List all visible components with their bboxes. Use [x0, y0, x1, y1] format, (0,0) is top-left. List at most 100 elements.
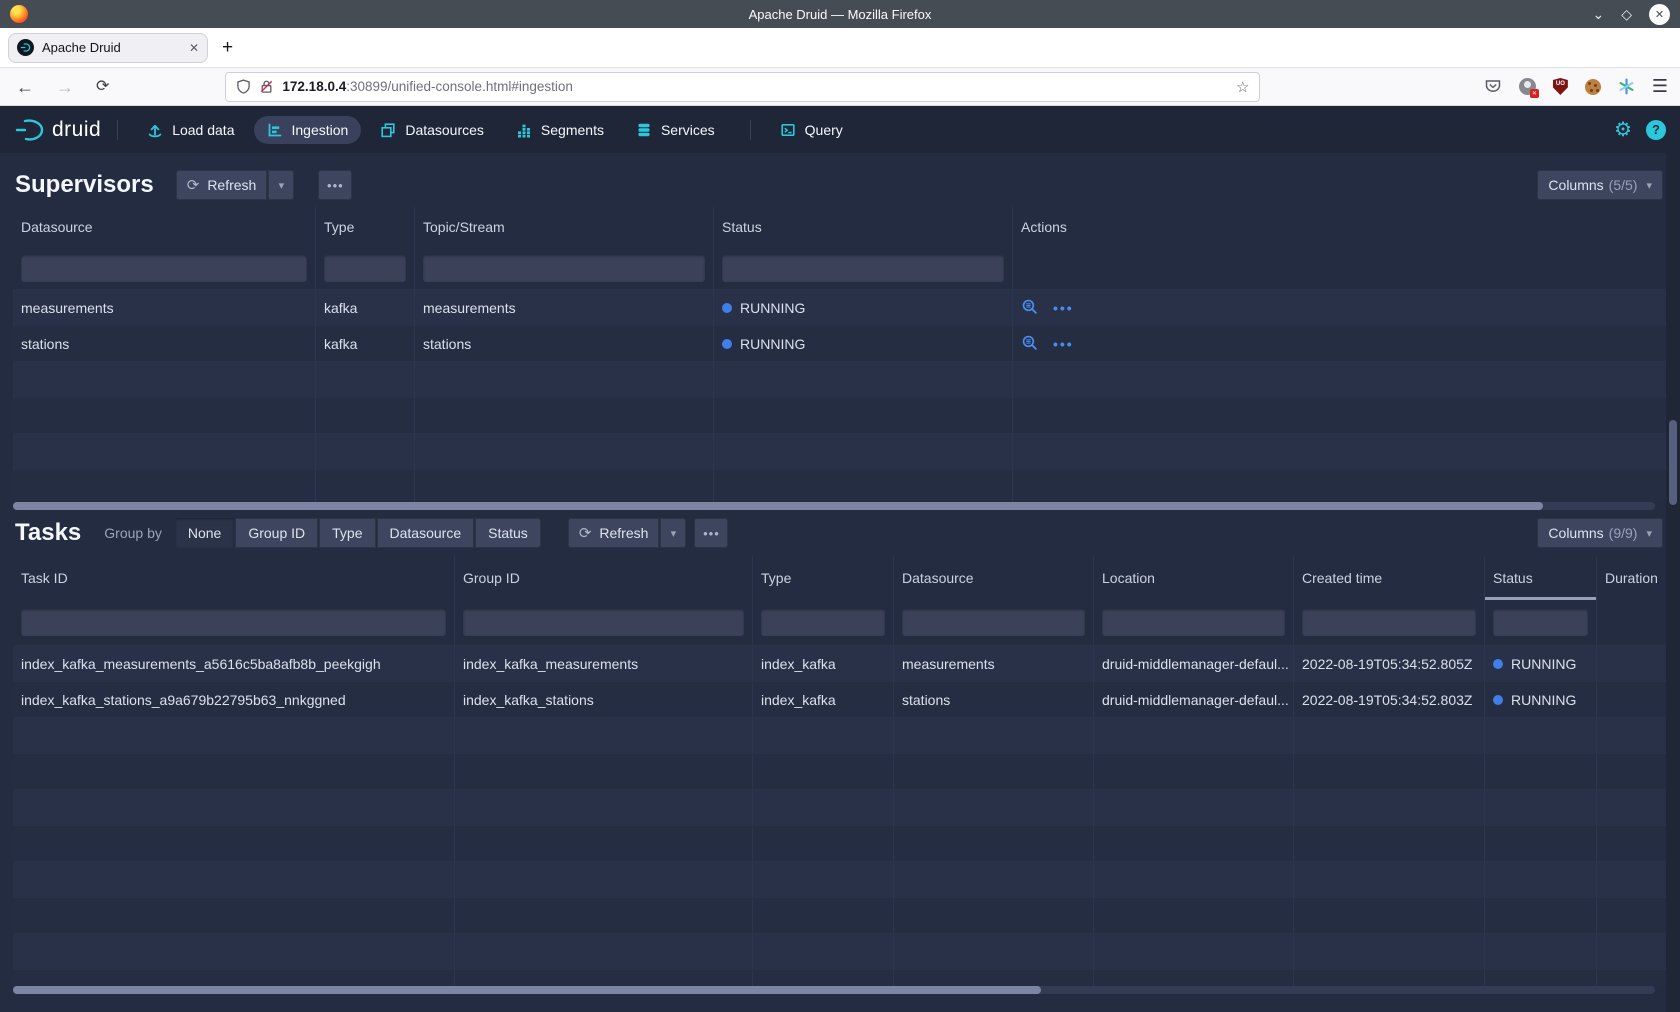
group-by-group-id-button[interactable]: Group ID — [235, 518, 318, 548]
column-header-datasource[interactable]: Datasource — [894, 556, 1094, 600]
refresh-icon: ⟳ — [579, 524, 592, 542]
filter-cell — [1294, 600, 1485, 646]
filter-input-location[interactable] — [1102, 609, 1285, 636]
column-header-datasource[interactable]: Datasource — [13, 207, 316, 247]
cell-type: kafka — [316, 326, 415, 362]
status-label: RUNNING — [740, 336, 805, 352]
nav-item-label: Load data — [172, 122, 234, 138]
forward-button[interactable]: → — [56, 78, 74, 96]
segments-icon — [516, 122, 532, 138]
cell-topic-stream — [415, 398, 714, 434]
cell-topic-stream — [415, 470, 714, 502]
filter-input-topic-stream[interactable] — [423, 255, 705, 282]
column-header-task-id[interactable]: Task ID — [13, 556, 455, 600]
sync-asterisk-icon[interactable] — [1618, 78, 1635, 95]
window-maximize-icon[interactable]: ◇ — [1621, 7, 1632, 21]
column-header-group-id[interactable]: Group ID — [455, 556, 753, 600]
chevron-down-icon: ▾ — [1646, 179, 1652, 192]
cell-location — [1094, 790, 1294, 826]
cell-task-id — [13, 790, 455, 826]
tasks-refresh-button[interactable]: ⟳Refresh — [568, 518, 660, 548]
column-header-actions[interactable]: Actions — [1013, 207, 1666, 247]
column-header-location[interactable]: Location — [1094, 556, 1294, 600]
tab-close-icon[interactable]: ✕ — [189, 41, 199, 55]
window-close-icon[interactable]: ✕ — [1649, 4, 1670, 25]
cell-duration — [1597, 754, 1666, 790]
cell-status — [714, 470, 1013, 502]
filter-cell — [1094, 600, 1294, 646]
group-by-none-button[interactable]: None — [175, 518, 234, 548]
nav-item-segments[interactable]: Segments — [503, 116, 617, 144]
nav-item-load-data[interactable]: Load data — [134, 116, 247, 144]
column-header-type[interactable]: Type — [753, 556, 894, 600]
filter-input-datasource[interactable] — [902, 609, 1085, 636]
more-actions-icon[interactable]: ••• — [1053, 300, 1074, 316]
nav-item-label: Datasources — [405, 122, 484, 138]
filter-input-status[interactable] — [722, 255, 1004, 282]
filter-input-group-id[interactable] — [463, 609, 744, 636]
column-header-type[interactable]: Type — [316, 207, 415, 247]
scrollbar-thumb[interactable] — [1669, 420, 1677, 505]
magnifying-glass-icon[interactable] — [1021, 334, 1038, 354]
new-tab-button[interactable]: + — [222, 37, 233, 59]
reload-button[interactable]: ⟳ — [96, 79, 109, 95]
cell-type — [753, 934, 894, 970]
cell-created-time — [1294, 970, 1485, 986]
tasks-more-button[interactable]: ••• — [694, 518, 728, 548]
browser-tab[interactable]: Apache Druid ✕ — [8, 33, 208, 63]
url-bar[interactable]: 172.18.0.4:30899/unified-console.html#in… — [225, 72, 1260, 102]
filter-input-created-time[interactable] — [1302, 609, 1476, 636]
cell-actions: ••• — [1013, 290, 1666, 326]
cell-datasource — [13, 470, 316, 502]
window-minimize-icon[interactable]: ⌄ — [1592, 7, 1604, 21]
group-by-status-button[interactable]: Status — [475, 518, 541, 548]
cell-duration — [1597, 682, 1666, 718]
nav-item-label: Query — [805, 122, 843, 138]
ublock-origin-icon[interactable]: UO — [1553, 78, 1568, 95]
nav-item-query[interactable]: Query — [767, 116, 856, 144]
filter-input-type[interactable] — [324, 255, 406, 282]
cell-created-time — [1294, 754, 1485, 790]
supervisors-refresh-button[interactable]: ⟳Refresh — [176, 170, 268, 200]
supervisors-more-button[interactable]: ••• — [318, 170, 352, 200]
scrollbar-thumb[interactable] — [13, 986, 1041, 994]
bookmark-star-icon[interactable]: ☆ — [1236, 78, 1249, 96]
extension-account-icon[interactable] — [1519, 78, 1536, 95]
column-header-created-time[interactable]: Created time — [1294, 556, 1485, 600]
supervisors-columns-button[interactable]: Columns(5/5)▾ — [1537, 170, 1663, 200]
more-actions-icon[interactable]: ••• — [1053, 336, 1074, 352]
group-by-datasource-button[interactable]: Datasource — [377, 518, 475, 548]
column-header-status[interactable]: Status — [1485, 556, 1597, 600]
cell-group-id: index_kafka_stations — [455, 682, 753, 718]
column-header-status[interactable]: Status — [714, 207, 1013, 247]
nav-item-ingestion[interactable]: Ingestion — [254, 116, 362, 144]
magnifying-glass-icon[interactable] — [1021, 298, 1038, 318]
back-button[interactable]: ← — [16, 78, 34, 96]
filter-input-status[interactable] — [1493, 609, 1588, 636]
settings-gear-icon[interactable]: ⚙ — [1614, 120, 1632, 140]
druid-logo[interactable]: druid — [14, 117, 101, 142]
cookie-extension-icon[interactable] — [1585, 79, 1601, 95]
filter-input-datasource[interactable] — [21, 255, 307, 282]
group-by-type-button[interactable]: Type — [319, 518, 375, 548]
cell-status — [1485, 718, 1597, 754]
nav-item-datasources[interactable]: Datasources — [367, 116, 497, 144]
supervisors-refresh-dropdown[interactable]: ▾ — [267, 170, 294, 200]
filter-cell — [316, 247, 415, 290]
filter-input-task-id[interactable] — [21, 609, 446, 636]
menu-hamburger-icon[interactable]: ☰ — [1652, 76, 1668, 97]
tasks-columns-button[interactable]: Columns(9/9)▾ — [1537, 518, 1663, 548]
column-header-duration[interactable]: Duration — [1597, 556, 1666, 600]
column-header-topic-stream[interactable]: Topic/Stream — [415, 207, 714, 247]
status-label: RUNNING — [1511, 656, 1576, 672]
scrollbar-thumb[interactable] — [13, 502, 1543, 510]
nav-item-services[interactable]: Services — [623, 116, 728, 144]
filter-input-type[interactable] — [761, 609, 885, 636]
table-row: stationskafkastationsRUNNING••• — [13, 326, 1666, 362]
cell-status: RUNNING — [1485, 646, 1597, 682]
cell-created-time — [1294, 718, 1485, 754]
druid-favicon-icon — [17, 39, 34, 56]
help-icon[interactable]: ? — [1646, 120, 1666, 140]
pocket-icon[interactable] — [1484, 78, 1502, 95]
tasks-refresh-dropdown[interactable]: ▾ — [659, 518, 686, 548]
